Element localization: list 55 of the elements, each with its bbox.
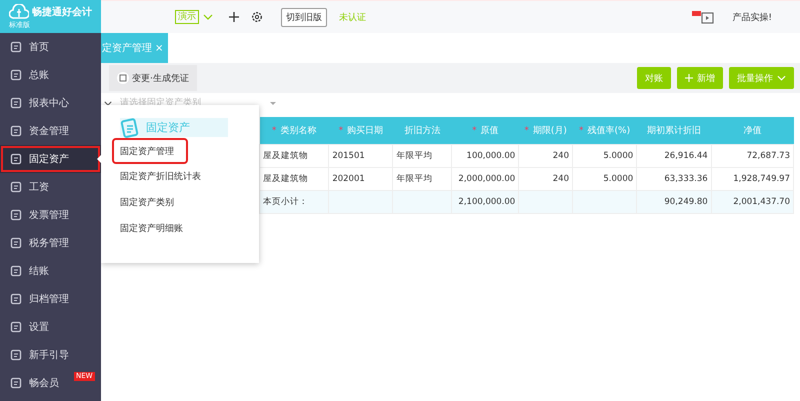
- menu-item-icon: [10, 181, 22, 193]
- promo-link[interactable]: 产品实操!: [732, 10, 772, 24]
- voucher-button[interactable]: 变更·生成凭证: [109, 65, 197, 91]
- cloud-icon: [9, 4, 29, 20]
- sidebar-item[interactable]: 固定资产: [0, 145, 101, 173]
- menu-item-icon: [10, 237, 22, 249]
- sidebar-item[interactable]: 资金管理: [0, 117, 101, 145]
- table-cell: 年限平均: [392, 144, 452, 168]
- menu-item-icon: [10, 41, 22, 53]
- menu-item-icon: [10, 153, 22, 165]
- sidebar-item[interactable]: 工资: [0, 173, 101, 201]
- menu-item-icon: [10, 209, 22, 221]
- table-cell: 201501: [328, 144, 393, 168]
- table-cell: 5.0000: [572, 144, 637, 168]
- menu-item-icon: [10, 349, 22, 361]
- document-icon: [120, 118, 140, 138]
- sidebar-item[interactable]: 报表中心: [0, 89, 101, 117]
- menu-item-icon: [10, 293, 22, 305]
- submenu-title: 固定资产: [120, 118, 228, 137]
- sidebar-item[interactable]: 首页: [0, 33, 101, 61]
- menu-item-icon: [10, 377, 22, 389]
- subtotal-cell: 90,249.80: [636, 190, 712, 214]
- logo-name: 畅捷通好会计: [32, 6, 92, 18]
- subtotal-cell: 2,100,000.00: [452, 190, 519, 214]
- sidebar-item[interactable]: 设置: [0, 313, 101, 341]
- switch-version-button[interactable]: 切到旧版: [281, 8, 327, 26]
- submenu-item[interactable]: 固定资产折旧统计表: [114, 163, 207, 189]
- edit-icon: [117, 72, 129, 84]
- table-cell: 240: [518, 144, 572, 168]
- sidebar-item[interactable]: 税务管理: [0, 229, 101, 257]
- menu-item-icon: [10, 69, 22, 81]
- sidebar-item[interactable]: 归档管理: [0, 285, 101, 313]
- submenu-item[interactable]: 固定资产明细账: [114, 215, 189, 241]
- sidebar-item[interactable]: 发票管理: [0, 201, 101, 229]
- submenu-item[interactable]: 固定资产管理: [114, 140, 186, 162]
- sidebar-item[interactable]: 结账: [0, 257, 101, 285]
- chevron-down-icon: [777, 75, 786, 81]
- menu-item-icon: [10, 125, 22, 137]
- table-cell: 100,000.00: [452, 144, 519, 168]
- table-cell: 屋及建筑物: [260, 144, 329, 168]
- subtotal-cell: 2,001,437.70: [711, 190, 794, 214]
- sidebar-item[interactable]: 总账: [0, 61, 101, 89]
- table-cell: 72,687.73: [711, 144, 794, 168]
- subtotal-label: 本页小计：: [260, 190, 329, 214]
- video-icon[interactable]: [692, 10, 716, 24]
- plus-icon[interactable]: [229, 12, 239, 22]
- chevron-down-icon[interactable]: [104, 100, 112, 106]
- table-cell: 26,916.44: [636, 144, 712, 168]
- menu-item-icon: [10, 321, 22, 333]
- plus-icon: [685, 74, 693, 82]
- submenu-item[interactable]: 固定资产类别: [114, 189, 180, 215]
- menu-item-icon: [10, 97, 22, 109]
- menu-item-icon: [10, 265, 22, 277]
- settings-icon[interactable]: [251, 11, 263, 23]
- sidebar-item[interactable]: 新手引导: [0, 341, 101, 369]
